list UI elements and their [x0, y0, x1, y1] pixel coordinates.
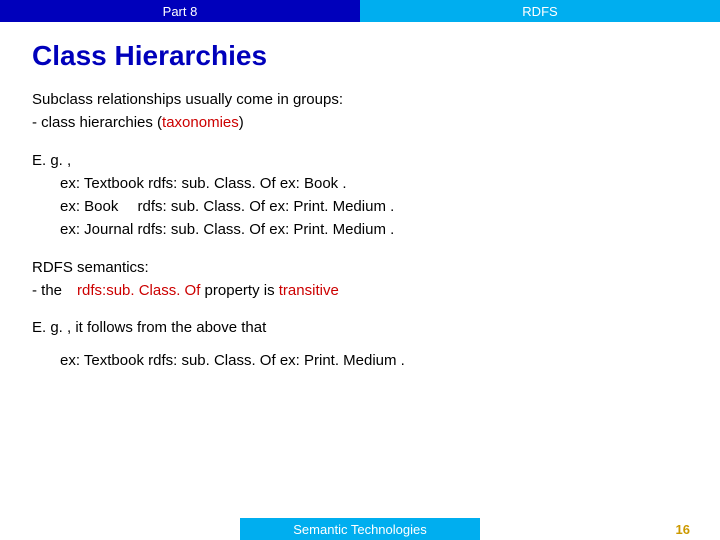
eg-lead-1: E. g. , [32, 149, 688, 172]
semantics-line-1: RDFS semantics: [32, 256, 688, 279]
intro-line-1: Subclass relationships usually come in g… [32, 88, 688, 111]
semantics-line-2: - the rdfs:sub. Class. Of property is tr… [32, 279, 688, 302]
slide-content: Subclass relationships usually come in g… [0, 88, 720, 373]
header-bar: Part 8 RDFS [0, 0, 720, 22]
example-block-2: E. g. , it follows from the above that e… [32, 316, 688, 373]
semantics-block: RDFS semantics: - the rdfs:sub. Class. O… [32, 256, 688, 303]
intro-2a: - class hierarchies ( [32, 114, 162, 131]
footer-title: Semantic Technologies [240, 518, 480, 540]
footer: Semantic Technologies 16 [0, 518, 720, 540]
sem-2c: property is [200, 282, 278, 299]
intro-block: Subclass relationships usually come in g… [32, 88, 688, 135]
example-block-1: E. g. , ex: Textbook rdfs: sub. Class. O… [32, 149, 688, 242]
intro-2c: ) [239, 114, 244, 131]
page-number: 16 [676, 522, 690, 537]
eg2-line1: ex: Textbook rdfs: sub. Class. Of ex: Pr… [32, 349, 688, 372]
eg1-line3: ex: Journal rdfs: sub. Class. Of ex: Pri… [32, 218, 688, 241]
header-topic: RDFS [360, 0, 720, 22]
subclassof-term: rdfs:sub. Class. Of [77, 282, 200, 299]
eg-lead-2: E. g. , it follows from the above that [32, 316, 688, 339]
taxonomies-term: taxonomies [162, 114, 239, 131]
header-part: Part 8 [0, 0, 360, 22]
page-title: Class Hierarchies [0, 22, 720, 88]
intro-line-2: - class hierarchies (taxonomies) [32, 111, 688, 134]
eg1-line2: ex: Book rdfs: sub. Class. Of ex: Print.… [32, 195, 688, 218]
sem-2a: - the [32, 282, 77, 299]
transitive-term: transitive [279, 282, 339, 299]
eg1-line1: ex: Textbook rdfs: sub. Class. Of ex: Bo… [32, 172, 688, 195]
